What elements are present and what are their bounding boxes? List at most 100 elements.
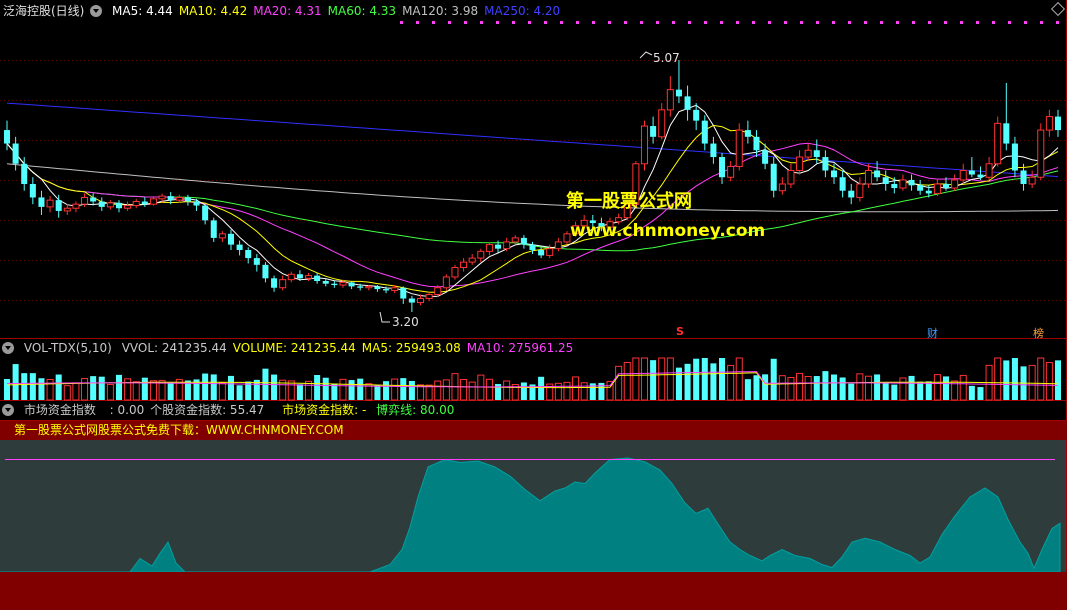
volume-bar: [339, 378, 347, 401]
candle-body: [262, 264, 269, 279]
candle-body: [813, 150, 820, 158]
bottom-banner: [0, 572, 1067, 610]
signal-dot: [656, 21, 659, 24]
candle-body: [520, 237, 527, 245]
high-price-label: 5.07: [653, 51, 680, 65]
signal-dot: [432, 21, 435, 24]
signal-dot: [448, 21, 451, 24]
volume-labels: VVOL: 241235.44 VOLUME: 241235.44 MA5: 259…: [122, 341, 580, 355]
candle-body: [778, 183, 786, 192]
volume-bar: [822, 371, 829, 400]
volume-dropdown-icon[interactable]: [2, 342, 14, 354]
candle-body: [29, 183, 36, 198]
volume-bar: [538, 376, 545, 400]
volume-bar: [744, 379, 751, 400]
chart-stage[interactable]: 泛海控股(日线) MA5: 4.44 MA10: 4.42 MA20: 4.31 MA…: [0, 0, 1067, 610]
volume-bar: [933, 374, 941, 401]
signal-dot: [704, 21, 707, 24]
candle-body: [322, 281, 329, 284]
volume-bar: [287, 380, 295, 401]
signal-dot: [720, 21, 723, 24]
candle-body: [383, 289, 390, 291]
candle-body: [365, 285, 373, 289]
volume-bar: [735, 357, 743, 401]
candle-body: [666, 89, 674, 111]
signal-dot: [816, 21, 819, 24]
volume-bar: [632, 357, 640, 401]
signal-dot: [640, 21, 643, 24]
fund-dropdown-icon[interactable]: [2, 404, 14, 416]
volume-bar: [839, 377, 846, 400]
candle-body: [460, 261, 468, 269]
signal-dot: [880, 21, 883, 24]
volume-bar: [572, 376, 580, 401]
candle-body: [891, 183, 898, 189]
candle-body: [1011, 143, 1018, 171]
volume-bar: [1045, 362, 1053, 401]
candle-body: [408, 298, 415, 303]
candle-body: [331, 283, 338, 286]
volume-legend: VOL-TDX(5,10) VVOL: 241235.44 VOLUME: 241…: [0, 339, 585, 357]
volume-bar: [305, 380, 313, 401]
candle-body: [391, 287, 399, 291]
candle-body: [468, 257, 476, 263]
candle-body: [546, 248, 554, 256]
candle-body: [236, 244, 243, 251]
fund-indicator-name: 市场资金指数: [23, 403, 96, 417]
volume-bar: [442, 379, 450, 401]
fund-legend: 市场资金指数 : 0.00 个股资金指数: 55.47 市场资金指数: - 博弈…: [0, 401, 460, 419]
volume-bar: [925, 381, 932, 400]
candle-body: [529, 244, 536, 251]
volume-bar: [666, 357, 674, 401]
candle-body: [106, 202, 114, 208]
signal-dot: [576, 21, 579, 24]
signal-dot: [912, 21, 915, 24]
signal-dot: [976, 21, 979, 24]
volume-bar: [115, 374, 123, 400]
signal-dot: [736, 21, 739, 24]
candle-body: [400, 287, 407, 299]
signal-dot: [688, 21, 691, 24]
candle-body: [72, 203, 80, 209]
signal-dot: [944, 21, 947, 24]
main-chart-svg[interactable]: [0, 0, 1067, 610]
candle-body: [985, 163, 993, 178]
volume-bar: [357, 378, 364, 400]
volume-bar: [882, 383, 889, 400]
dropdown-triangle-icon[interactable]: [90, 5, 103, 17]
volume-bar: [391, 378, 399, 401]
candle-body: [933, 183, 941, 194]
signal-dot: [560, 21, 563, 24]
ma-labels: MA5: 4.44 MA10: 4.42 MA20: 4.31 MA60: 4.33 M…: [112, 4, 566, 18]
signal-dot: [752, 21, 755, 24]
watermark-title: 第一股票公式网: [566, 191, 692, 212]
volume-bar: [580, 382, 588, 401]
candle-body: [210, 220, 217, 238]
stock-title: 泛海控股(日线): [3, 4, 85, 18]
volume-bar: [322, 377, 329, 400]
candle-body: [735, 129, 743, 167]
ma-label-2: MA20: 4.31: [253, 4, 322, 18]
candle-body: [693, 109, 700, 121]
ma-label-3: MA60: 4.33: [327, 4, 397, 18]
volume-bar: [942, 376, 950, 400]
volume-bar: [701, 358, 708, 400]
signal-dot: [400, 21, 403, 24]
promo-banner: 第一股票公式网股票公式免费下载：WWW.CHNMONEY.COM: [0, 421, 1067, 440]
candle-body: [1028, 176, 1036, 185]
event-marker-rank[interactable]: 榜: [1033, 325, 1044, 341]
signal-dot: [800, 21, 803, 24]
volume-bar: [210, 374, 217, 400]
candle-body: [968, 170, 975, 175]
volume-bar: [684, 363, 691, 400]
price-legend: 泛海控股(日线) MA5: 4.44 MA10: 4.42 MA20: 4.31 MA…: [0, 2, 572, 20]
signal-dot: [672, 21, 675, 24]
volume-bar: [434, 380, 442, 401]
candle-body: [287, 273, 295, 281]
event-marker-finance[interactable]: 财: [927, 325, 938, 341]
candle-body: [977, 174, 984, 178]
volume-label-1: VOLUME: 241235.44: [232, 341, 356, 355]
candle-body: [158, 195, 166, 200]
volume-bar: [770, 358, 777, 400]
event-marker-s[interactable]: S: [676, 325, 684, 338]
